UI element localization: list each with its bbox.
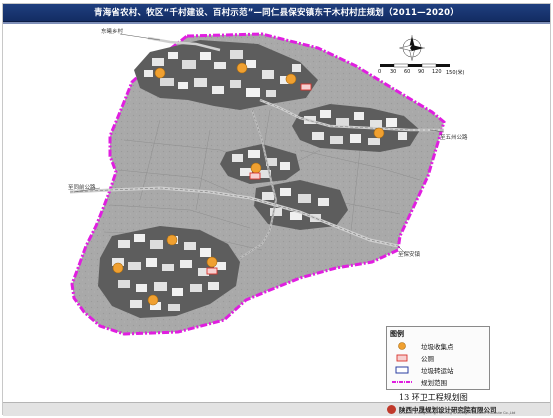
scale-bar bbox=[380, 63, 450, 68]
legend-item-transfer-station: 垃圾转运站 bbox=[391, 365, 487, 375]
legend-label: 规划范围 bbox=[421, 379, 447, 387]
road-label-west: 至同前公路 bbox=[68, 185, 96, 191]
collection-point bbox=[112, 262, 124, 274]
scale-tick: 90 bbox=[418, 69, 425, 75]
blue-box-icon bbox=[395, 366, 409, 374]
scale-tick: 0 bbox=[378, 69, 382, 75]
page: 青海省农村、牧区“千村建设、百村示范”—同仁县保安镇东干木村村庄规划（2011—… bbox=[0, 0, 553, 418]
toilet-marker bbox=[206, 267, 218, 275]
collection-point bbox=[166, 234, 178, 246]
road-label-southeast: 至保安镇 bbox=[398, 252, 421, 258]
collection-point bbox=[285, 73, 297, 85]
scale-tick: 30 bbox=[390, 69, 397, 75]
north-arrow-icon bbox=[399, 35, 425, 61]
legend-item-collection-point: 垃圾收集点 bbox=[391, 341, 487, 351]
magenta-line-icon bbox=[392, 381, 412, 383]
legend-item-toilet: 公厕 bbox=[391, 353, 487, 363]
toilet-marker bbox=[249, 172, 261, 180]
collection-point bbox=[206, 256, 218, 268]
scale-tick: 60 bbox=[404, 69, 411, 75]
collection-point bbox=[373, 127, 385, 139]
scale-tick: 150(米) bbox=[446, 70, 465, 76]
road-label-northwest: 东曦乡村 bbox=[101, 29, 124, 35]
collection-point bbox=[154, 67, 166, 79]
collection-point bbox=[236, 62, 248, 74]
toilet-marker bbox=[300, 83, 312, 91]
footer-org-en: Shaanxi Zhongsheng Planning & Design Res… bbox=[399, 411, 516, 415]
legend-label: 垃圾转运站 bbox=[421, 367, 454, 375]
red-box-icon bbox=[396, 354, 408, 362]
legend-label: 公厕 bbox=[421, 355, 434, 363]
scale-tick: 120 bbox=[432, 69, 442, 75]
orange-dot-icon bbox=[398, 342, 406, 350]
road-label-east: 至五州公路 bbox=[440, 135, 468, 141]
legend-label: 垃圾收集点 bbox=[421, 343, 454, 351]
footer: 陕西中晟规划设计研究院有限公司 Shaanxi Zhongsheng Plann… bbox=[3, 402, 550, 416]
collection-point bbox=[250, 162, 262, 174]
legend-item-boundary: 规划范围 bbox=[391, 377, 487, 387]
legend-title: 图例 bbox=[390, 329, 404, 338]
legend: 图例 垃圾收集点 公厕 垃圾转运站 规划范围 bbox=[386, 326, 490, 390]
collection-point bbox=[147, 294, 159, 306]
company-logo-icon bbox=[387, 405, 396, 414]
